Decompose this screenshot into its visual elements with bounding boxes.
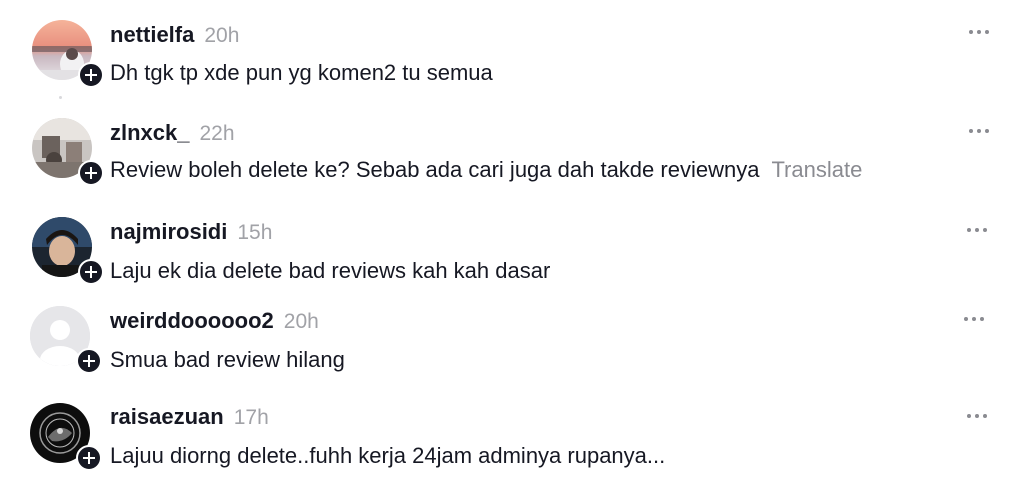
comment-time: 22h bbox=[199, 122, 235, 145]
more-options-icon bbox=[967, 228, 987, 232]
comment-time: 20h bbox=[283, 310, 319, 333]
follow-button[interactable] bbox=[78, 160, 104, 186]
more-options-button[interactable] bbox=[957, 309, 991, 329]
plus-icon bbox=[83, 355, 95, 367]
username[interactable]: zlnxck_ bbox=[110, 120, 190, 146]
follow-button[interactable] bbox=[78, 259, 104, 285]
comment-header: weirddoooooo2 20h bbox=[110, 308, 319, 334]
more-options-button[interactable] bbox=[960, 220, 994, 240]
avatar[interactable] bbox=[30, 403, 102, 471]
follow-button[interactable] bbox=[76, 445, 102, 471]
username[interactable]: weirddoooooo2 bbox=[110, 308, 274, 334]
avatar[interactable] bbox=[32, 217, 104, 285]
comment-item: raisaezuan 17h Lajuu diorng delete..fuhh… bbox=[0, 0, 1024, 471]
username[interactable]: raisaezuan bbox=[110, 404, 224, 430]
comment-text: Smua bad review hilang bbox=[110, 347, 345, 372]
more-options-icon bbox=[969, 129, 989, 133]
comment-header: raisaezuan 17h bbox=[110, 404, 269, 430]
plus-icon bbox=[83, 452, 95, 464]
comment-header: najmirosidi 15h bbox=[110, 219, 272, 245]
comment-header: zlnxck_ 22h bbox=[110, 120, 235, 146]
comment-text: Laju ek dia delete bad reviews kah kah d… bbox=[110, 258, 551, 283]
plus-icon bbox=[85, 167, 97, 179]
follow-button[interactable] bbox=[76, 348, 102, 374]
username[interactable]: najmirosidi bbox=[110, 219, 227, 245]
comment-text: Lajuu diorng delete..fuhh kerja 24jam ad… bbox=[110, 443, 666, 468]
more-options-icon bbox=[967, 414, 987, 418]
plus-icon bbox=[85, 266, 97, 278]
more-options-button[interactable] bbox=[960, 406, 994, 426]
avatar[interactable] bbox=[32, 118, 104, 186]
comment-time: 17h bbox=[233, 406, 269, 429]
more-options-icon bbox=[964, 317, 984, 321]
translate-link[interactable]: Translate bbox=[771, 157, 862, 182]
comment-text-line: Review boleh delete ke? Sebab ada cari j… bbox=[110, 157, 862, 183]
avatar[interactable] bbox=[30, 306, 102, 374]
comment-text: Review boleh delete ke? Sebab ada cari j… bbox=[110, 157, 760, 182]
more-options-button[interactable] bbox=[962, 121, 996, 141]
divider-dot bbox=[59, 96, 62, 99]
comment-time: 15h bbox=[237, 221, 273, 244]
